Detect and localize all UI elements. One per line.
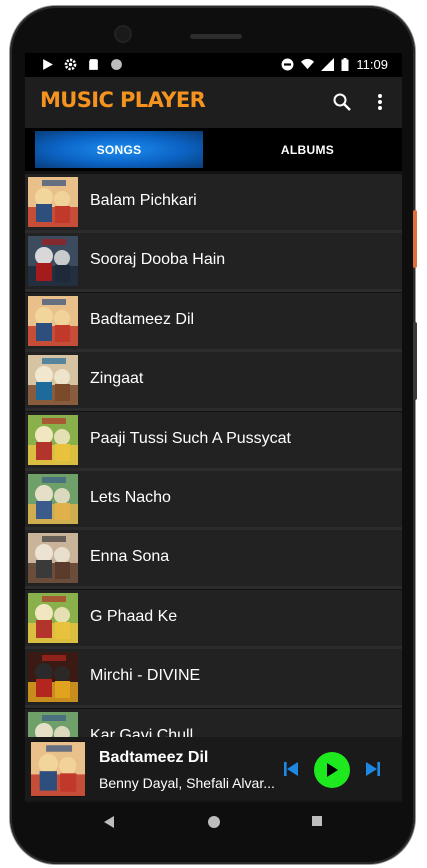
overflow-menu-button[interactable] — [367, 89, 393, 115]
song-album-art — [28, 533, 78, 584]
back-icon — [104, 816, 114, 828]
front-camera — [116, 27, 130, 41]
song-album-art — [28, 592, 78, 643]
navigation-bar — [25, 803, 402, 843]
skip-previous-button[interactable] — [281, 759, 301, 779]
do-not-disturb-icon — [281, 58, 294, 71]
song-row[interactable]: Balam Pichkari — [25, 174, 402, 233]
song-album-art — [28, 355, 78, 406]
song-album-art — [28, 711, 78, 737]
song-album-art — [28, 177, 78, 227]
circle-icon — [111, 59, 122, 70]
power-button — [413, 210, 417, 268]
song-row[interactable]: Enna Sona — [25, 530, 402, 590]
songs-list[interactable]: Balam Pichkari Sooraj Dooba Hain Badtameez… — [25, 174, 402, 737]
song-row[interactable]: Badtameez Dil — [25, 292, 402, 352]
song-title: Mirchi - DIVINE — [90, 667, 201, 685]
song-album-art — [28, 414, 78, 465]
song-row[interactable]: Sooraj Dooba Hain — [25, 233, 402, 293]
album-art-image — [28, 177, 78, 227]
album-art-image — [28, 711, 78, 737]
status-bar: 11:09 — [25, 53, 402, 77]
now-playing-bar[interactable]: Badtameez Dil Benny Dayal, Shefali Alvar… — [25, 737, 402, 801]
earpiece-speaker — [190, 34, 242, 39]
song-row[interactable]: Lets Nacho — [25, 471, 402, 530]
album-art-image — [28, 355, 78, 406]
app-bar: MUSIC PLAYER — [25, 77, 402, 128]
tab-bar: SONGS ALBUMS — [25, 128, 402, 171]
song-album-art — [28, 295, 78, 346]
home-button[interactable] — [207, 815, 221, 829]
back-button[interactable] — [103, 815, 115, 829]
song-title: Balam Pichkari — [90, 192, 197, 209]
recents-icon — [312, 816, 322, 826]
tab-songs[interactable]: SONGS — [35, 131, 203, 168]
gear-icon — [64, 58, 77, 71]
album-art-image — [31, 742, 85, 796]
play-button[interactable] — [314, 752, 350, 788]
search-button[interactable] — [329, 89, 355, 115]
song-album-art — [28, 652, 78, 703]
album-art-image — [28, 236, 78, 287]
battery-icon — [341, 58, 349, 71]
song-row[interactable]: Paaji Tussi Such A Pussycat — [25, 411, 402, 471]
song-title: G Phaad Ke — [90, 607, 178, 625]
play-icon — [43, 59, 53, 70]
song-title: Sooraj Dooba Hain — [90, 251, 226, 269]
album-art-image — [28, 533, 78, 584]
screen: 11:09 MUSIC PLAYER SONGS ALBUMS Balam Pi… — [25, 53, 402, 803]
app-title: MUSIC PLAYER — [40, 88, 206, 112]
song-row[interactable]: Kar Gayi Chull — [25, 708, 402, 737]
signal-icon — [321, 58, 335, 71]
album-art-image — [28, 295, 78, 346]
search-icon — [333, 93, 351, 111]
tab-albums[interactable]: ALBUMS — [225, 131, 390, 168]
album-art-image — [28, 592, 78, 643]
song-row[interactable]: Zingaat — [25, 352, 402, 412]
skip-next-button[interactable] — [363, 759, 383, 779]
play-icon — [327, 763, 338, 777]
song-title: Lets Nacho — [90, 489, 171, 506]
skip-next-icon — [366, 762, 380, 776]
status-time: 11:09 — [356, 57, 388, 72]
song-row[interactable]: Mirchi - DIVINE — [25, 649, 402, 709]
now-playing-artist: Benny Dayal, Shefali Alvar... — [99, 775, 275, 791]
now-playing-album-art[interactable] — [31, 741, 85, 797]
wifi-icon — [301, 58, 315, 70]
song-title: Paaji Tussi Such A Pussycat — [90, 429, 291, 447]
song-title: Kar Gayi Chull — [90, 726, 194, 737]
song-title: Enna Sona — [90, 548, 170, 566]
song-album-art — [28, 474, 78, 524]
song-title: Zingaat — [90, 370, 144, 388]
album-art-image — [28, 652, 78, 703]
home-icon — [208, 816, 220, 828]
recents-button[interactable] — [311, 815, 323, 827]
more-vert-icon — [378, 94, 382, 110]
skip-previous-icon — [284, 762, 298, 776]
volume-button — [413, 322, 417, 400]
sd-card-icon — [89, 59, 98, 70]
song-row[interactable]: G Phaad Ke — [25, 589, 402, 649]
album-art-image — [28, 474, 78, 524]
song-album-art — [28, 236, 78, 287]
album-art-image — [28, 414, 78, 465]
now-playing-title: Badtameez Dil — [99, 749, 209, 766]
song-title: Badtameez Dil — [90, 310, 195, 328]
